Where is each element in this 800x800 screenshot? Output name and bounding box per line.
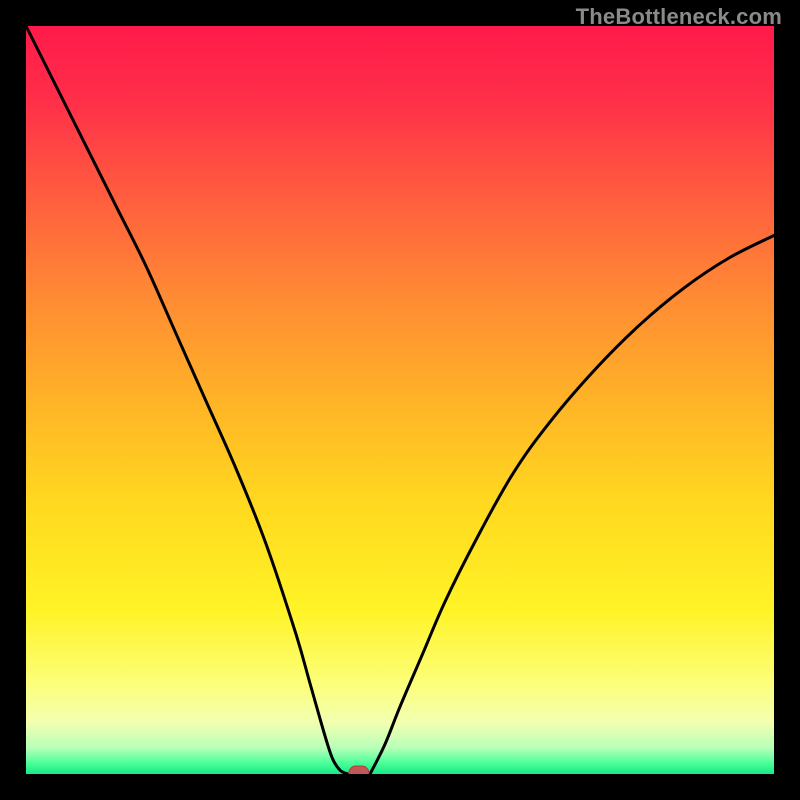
- plot-background: [26, 26, 774, 774]
- chart-frame: { "watermark": "TheBottleneck.com", "col…: [0, 0, 800, 800]
- bottleneck-chart: [0, 0, 800, 800]
- optimal-marker: [349, 766, 369, 780]
- watermark-text: TheBottleneck.com: [576, 4, 782, 30]
